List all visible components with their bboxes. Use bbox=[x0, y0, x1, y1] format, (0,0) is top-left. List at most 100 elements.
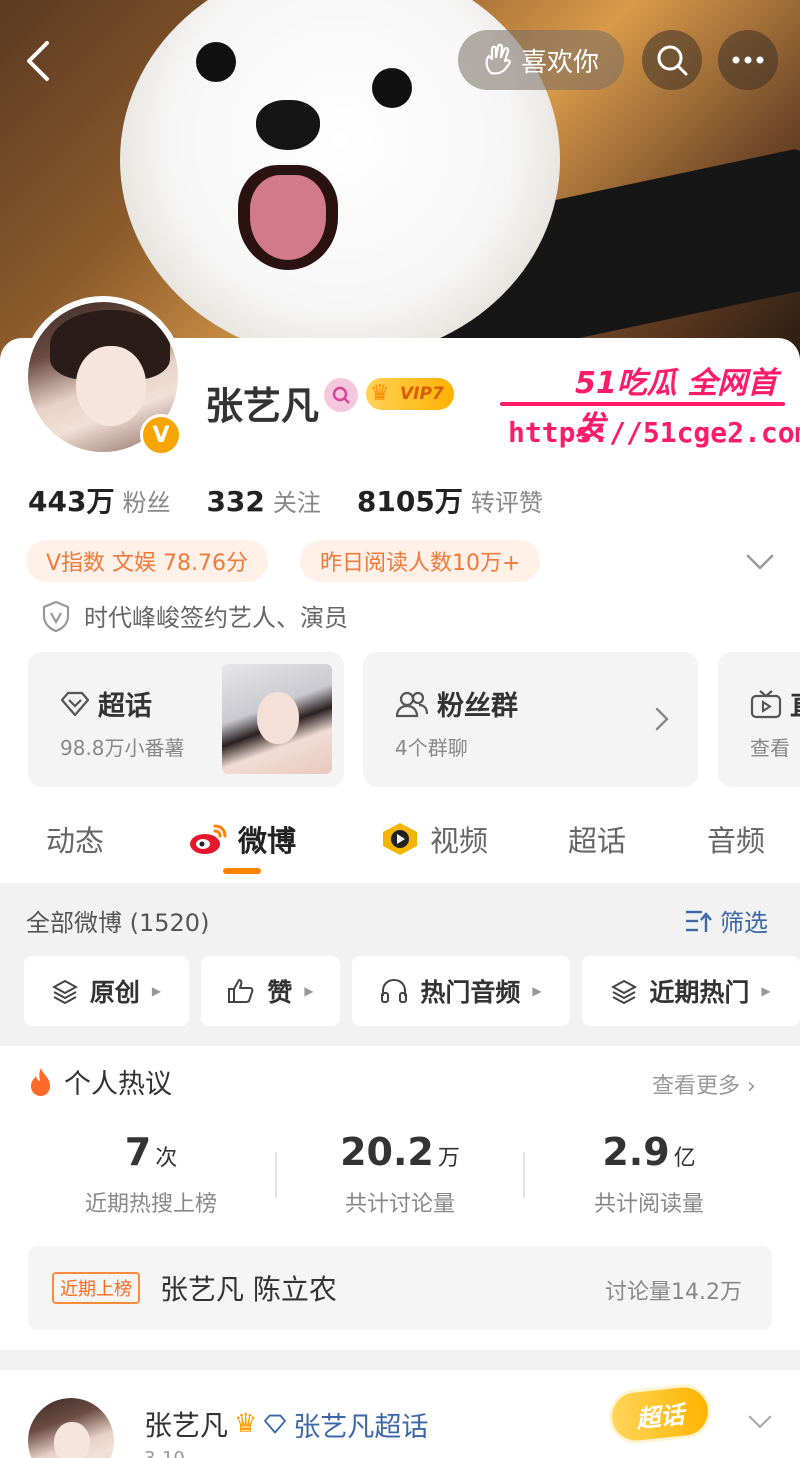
tab-video-label: 视频 bbox=[430, 824, 489, 858]
supertopic-card[interactable]: 超话 98.8万小番薯 bbox=[28, 652, 344, 787]
post-author-name[interactable]: 张艺凡 bbox=[144, 1404, 228, 1444]
personal-hot-title-row: 个人热议 bbox=[28, 1062, 172, 1101]
tab-video[interactable]: 视频 bbox=[380, 818, 488, 860]
supertopic-title: 超话 bbox=[98, 691, 152, 722]
caret-right-icon: ▶ bbox=[304, 984, 314, 998]
post-author-row: 张艺凡 ♛ 张艺凡超话 bbox=[144, 1404, 428, 1444]
see-more-link[interactable]: 查看更多 › bbox=[652, 1068, 756, 1100]
metric-trending-unit: 次 bbox=[155, 1146, 178, 1171]
supertopic-title-row: 超话 bbox=[60, 684, 152, 723]
personal-hot-title: 个人热议 bbox=[64, 1069, 172, 1100]
fan-group-card[interactable]: 粉丝群 4个群聊 bbox=[363, 652, 698, 787]
post-supertopic-link[interactable]: 张艺凡超话 bbox=[293, 1405, 428, 1444]
back-arrow-icon bbox=[27, 41, 49, 81]
back-button[interactable] bbox=[14, 34, 62, 88]
stat-interactions-label: 转评赞 bbox=[470, 489, 543, 517]
stat-fans-label: 粉丝 bbox=[122, 489, 171, 517]
fan-group-title-row: 粉丝群 bbox=[395, 684, 518, 723]
see-more-label: 查看更多 bbox=[652, 1074, 741, 1099]
tab-feed[interactable]: 动态 bbox=[46, 818, 104, 860]
hand-wave-icon bbox=[485, 43, 511, 75]
tab-feed-label: 动态 bbox=[46, 824, 105, 858]
chip-like[interactable]: 赞 ▶ bbox=[201, 956, 340, 1026]
stat-following[interactable]: 332 关注 bbox=[206, 483, 320, 518]
chip-original[interactable]: 原创 ▶ bbox=[24, 956, 189, 1026]
crown-icon: ♛ bbox=[370, 381, 390, 406]
metric-discussion: 20.2 万 共计讨论量 bbox=[275, 1130, 525, 1218]
thumbnail-face bbox=[257, 692, 299, 744]
diamond-icon bbox=[60, 691, 90, 716]
caret-right-icon: ▶ bbox=[532, 984, 542, 998]
stat-following-label: 关注 bbox=[272, 489, 321, 517]
tab-supertopic[interactable]: 超话 bbox=[568, 818, 626, 860]
search-badge-icon[interactable] bbox=[324, 378, 358, 412]
trending-topic-row[interactable]: 近期上榜 张艺凡 陈立农 讨论量14.2万 bbox=[28, 1246, 772, 1330]
verified-v-badge: V bbox=[140, 414, 182, 456]
metric-trending-value: 7 bbox=[124, 1130, 152, 1174]
post-date: 3-10 bbox=[144, 1448, 185, 1458]
video-icon bbox=[383, 823, 417, 855]
chip-recent-hot[interactable]: 近期热门 ▶ bbox=[582, 956, 800, 1026]
chip-recent-hot-label: 近期热门 bbox=[649, 978, 750, 1007]
live-card[interactable]: 直 查看 bbox=[718, 652, 800, 787]
tab-weibo-label: 微博 bbox=[238, 824, 297, 858]
more-button[interactable] bbox=[718, 30, 778, 90]
watermark-url: https://51cge2.com bbox=[508, 416, 800, 449]
reader-count-tag[interactable]: 昨日阅读人数10万+ bbox=[300, 540, 541, 582]
chevron-right-icon bbox=[655, 707, 669, 731]
cover-dog-tongue bbox=[250, 175, 326, 260]
like-you-button[interactable]: 喜欢你 bbox=[458, 30, 624, 90]
tab-active-indicator bbox=[223, 868, 261, 874]
layers-icon bbox=[611, 979, 638, 1004]
profile-name: 张艺凡 bbox=[205, 384, 320, 428]
chip-hot-audio[interactable]: 热门音频 ▶ bbox=[352, 956, 570, 1026]
v-index-tag[interactable]: V指数 文娱 78.76分 bbox=[26, 540, 269, 582]
filter-button[interactable]: 筛选 bbox=[684, 903, 768, 938]
stat-following-num: 332 bbox=[206, 485, 265, 518]
cover-dog-nose bbox=[256, 100, 320, 150]
tv-icon bbox=[750, 689, 782, 718]
thumb-up-icon bbox=[228, 979, 254, 1003]
cover-dog-eye-left bbox=[196, 42, 236, 82]
metric-discussion-value: 20.2 bbox=[340, 1130, 434, 1174]
watermark-line bbox=[500, 402, 785, 406]
group-icon bbox=[395, 691, 429, 717]
metric-reads-label: 共计阅读量 bbox=[593, 1192, 704, 1217]
stat-interactions-num: 8105万 bbox=[356, 485, 463, 518]
caret-right-icon: ▶ bbox=[761, 984, 771, 998]
diamond-icon bbox=[264, 1414, 287, 1434]
chevron-down-icon[interactable] bbox=[744, 548, 776, 574]
metric-discussion-label: 共计讨论量 bbox=[344, 1192, 455, 1217]
fan-group-title: 粉丝群 bbox=[437, 691, 518, 722]
chevron-down-icon[interactable] bbox=[746, 1410, 774, 1432]
vip-label: VIP7 bbox=[400, 384, 444, 404]
metric-trending-count: 7次 近期热搜上榜 bbox=[26, 1130, 276, 1218]
metric-reads-value: 2.9 bbox=[602, 1130, 670, 1174]
shield-v-icon bbox=[42, 600, 70, 632]
supertopic-thumbnail bbox=[222, 664, 332, 774]
chip-original-label: 原创 bbox=[89, 978, 140, 1007]
search-button[interactable] bbox=[642, 30, 702, 90]
profile-stats: 443万 粉丝 332 关注 8105万 转评赞 bbox=[28, 480, 543, 520]
stat-fans-num: 443万 bbox=[28, 485, 115, 518]
stat-fans[interactable]: 443万 粉丝 bbox=[28, 480, 170, 520]
live-title: 直 bbox=[790, 684, 800, 723]
vip-badge[interactable]: ♛ VIP7 bbox=[366, 378, 454, 410]
cover-dog-eye-right bbox=[372, 68, 412, 108]
stat-interactions[interactable]: 8105万 转评赞 bbox=[357, 480, 543, 520]
chip-like-label: 赞 bbox=[267, 978, 293, 1007]
filter-label: 筛选 bbox=[720, 909, 768, 937]
post-avatar-face bbox=[54, 1422, 90, 1458]
caret-right-icon: ▶ bbox=[151, 984, 162, 998]
fire-icon bbox=[31, 1067, 50, 1096]
fan-group-sub: 4个群聊 bbox=[395, 736, 468, 760]
verification-row: 时代峰峻签约艺人、演员 bbox=[42, 598, 348, 633]
metric-trending-label: 近期热搜上榜 bbox=[84, 1192, 217, 1217]
metric-reads: 2.9 亿 共计阅读量 bbox=[524, 1130, 774, 1218]
tab-audio[interactable]: 音频 bbox=[707, 818, 765, 860]
tab-weibo[interactable]: 微博 bbox=[188, 818, 296, 860]
avatar-face bbox=[76, 346, 146, 426]
recent-trending-badge: 近期上榜 bbox=[52, 1272, 140, 1304]
filter-icon bbox=[686, 910, 712, 932]
more-dots-icon bbox=[732, 56, 764, 64]
